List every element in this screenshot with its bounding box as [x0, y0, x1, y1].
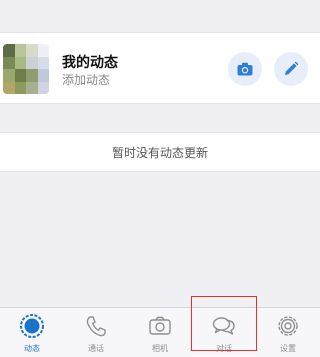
phone-icon — [86, 316, 106, 337]
empty-updates-text: 暂时没有动态更新 — [111, 145, 208, 160]
status-title: 我的动态 — [62, 55, 118, 71]
camera-icon — [237, 62, 253, 76]
status-ring-icon — [20, 314, 44, 338]
tab-camera-label: 相机 — [152, 344, 168, 353]
tab-calls[interactable]: 通话 — [64, 308, 128, 357]
status-updates-empty: 暂时没有动态更新 — [0, 132, 320, 172]
status-subtitle: 添加动态 — [62, 73, 111, 87]
tab-calls-label: 通话 — [88, 344, 104, 353]
highlight-box — [191, 296, 257, 351]
my-status-row[interactable]: 我的动态 添加动态 — [0, 32, 320, 104]
tab-bar: 动态 通话 相机 对话 设置 — [0, 307, 320, 357]
tab-settings[interactable]: 设置 — [256, 308, 320, 357]
gear-icon — [278, 316, 298, 336]
tab-settings-label: 设置 — [280, 344, 296, 353]
edit-button[interactable] — [274, 52, 308, 86]
pencil-icon — [285, 61, 299, 75]
avatar — [3, 44, 49, 94]
camera-icon — [149, 316, 171, 335]
camera-button[interactable] — [228, 52, 262, 86]
top-spacer — [0, 0, 320, 32]
tab-status-label: 动态 — [24, 344, 40, 353]
tab-status[interactable]: 动态 — [0, 308, 64, 357]
tab-camera[interactable]: 相机 — [128, 308, 192, 357]
